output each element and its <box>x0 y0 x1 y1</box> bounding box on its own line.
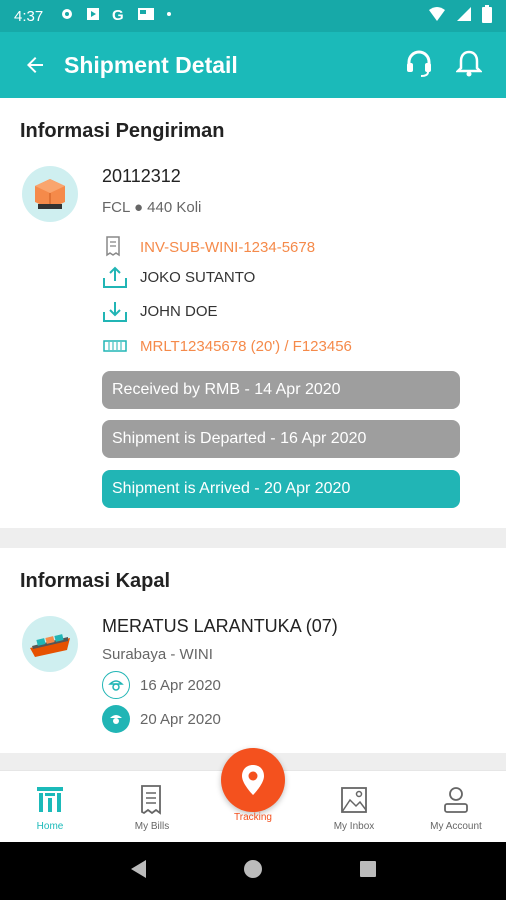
outbox-upload-icon <box>102 264 130 290</box>
headset-icon <box>407 50 431 77</box>
wifi-icon <box>428 6 446 26</box>
arrival-date: 20 Apr 2020 <box>140 710 221 728</box>
system-home-button[interactable] <box>243 859 263 884</box>
home-icon <box>34 783 66 817</box>
square-recents-icon <box>360 860 377 877</box>
receipt-icon <box>102 234 130 260</box>
triangle-back-icon <box>130 859 146 878</box>
nav-my-inbox-label: My Inbox <box>333 821 375 832</box>
news-icon <box>137 6 155 26</box>
container-number: MRLT12345678 (20') / F123456 <box>140 337 352 355</box>
svg-text:G: G <box>112 7 124 22</box>
nav-my-account-label: My Account <box>430 821 482 832</box>
container-row: MRLT12345678 (20') / F123456 <box>102 333 352 359</box>
back-button[interactable] <box>10 32 60 98</box>
container-icon <box>102 333 130 359</box>
inbox-icon <box>338 783 370 817</box>
nav-home-label: Home <box>36 821 64 832</box>
arrow-left-icon <box>27 57 43 73</box>
invoice-row: INV-SUB-WINI-1234-5678 <box>102 234 315 260</box>
bell-icon <box>454 50 484 76</box>
account-icon <box>440 783 472 817</box>
vessel-section-title: Informasi Kapal <box>20 570 171 592</box>
departure-date: 16 Apr 2020 <box>140 676 221 694</box>
nav-home[interactable]: Home <box>0 771 100 843</box>
departure-row: 16 Apr 2020 <box>102 671 221 699</box>
signal-icon <box>456 6 472 26</box>
departure-captain-icon <box>102 671 130 699</box>
receiver-row: JOHN DOE <box>102 298 218 324</box>
google-icon: G <box>111 6 127 26</box>
location-pin-icon <box>242 765 264 795</box>
arrival-captain-icon <box>102 705 130 733</box>
vessel-name: MERATUS LARANTUKA (07) <box>102 616 338 636</box>
receiver-name: JOHN DOE <box>140 302 218 320</box>
vessel-avatar <box>22 616 78 672</box>
status-received: Received by RMB - 14 Apr 2020 <box>102 371 460 409</box>
shipment-info-card: Informasi Pengiriman 20112312 FCL ● 440 … <box>0 98 506 528</box>
circle-home-icon <box>243 859 262 878</box>
play-protect-icon <box>85 6 101 26</box>
nav-my-bills[interactable]: My Bills <box>102 771 202 843</box>
settings-icon <box>59 6 75 26</box>
nav-my-inbox[interactable]: My Inbox <box>304 771 404 843</box>
status-bar: 4:37 G <box>0 0 506 32</box>
package-box-icon <box>35 179 65 209</box>
battery-icon <box>482 5 492 27</box>
status-time: 4:37 <box>14 7 44 25</box>
ship-icon <box>30 634 70 657</box>
nav-my-bills-label: My Bills <box>134 821 170 832</box>
nav-tracking-label: Tracking <box>234 812 272 823</box>
arrival-row: 20 Apr 2020 <box>102 705 221 733</box>
inbox-download-icon <box>102 298 130 324</box>
system-navigation-bar <box>0 842 506 900</box>
status-arrived: Shipment is Arrived - 20 Apr 2020 <box>102 470 460 508</box>
customer-support-button[interactable] <box>404 48 434 83</box>
system-back-button[interactable] <box>128 858 148 885</box>
status-departed: Shipment is Departed - 16 Apr 2020 <box>102 420 460 458</box>
vessel-info-card: Informasi Kapal MERATUS LARANTUKA (07) S… <box>0 548 506 753</box>
invoice-number[interactable]: INV-SUB-WINI-1234-5678 <box>140 239 315 256</box>
sender-row: JOKO SUTANTO <box>102 264 255 290</box>
sender-name: JOKO SUTANTO <box>140 268 256 286</box>
dot-icon <box>165 6 173 26</box>
page-title: Shipment Detail <box>64 51 238 78</box>
app-bar: Shipment Detail <box>0 32 506 98</box>
vessel-route: Surabaya - WINI <box>102 646 213 663</box>
shipment-summary: FCL ● 440 Koli <box>102 199 202 216</box>
system-recents-button[interactable] <box>358 859 378 884</box>
bills-icon <box>136 783 168 817</box>
shipment-section-title: Informasi Pengiriman <box>20 120 225 142</box>
notification-icons: G <box>59 6 173 26</box>
notification-button[interactable] <box>454 49 484 82</box>
shipment-number: 20112312 <box>102 166 181 186</box>
package-avatar <box>22 166 78 222</box>
nav-my-account[interactable]: My Account <box>406 771 506 843</box>
tracking-button[interactable] <box>221 748 285 812</box>
